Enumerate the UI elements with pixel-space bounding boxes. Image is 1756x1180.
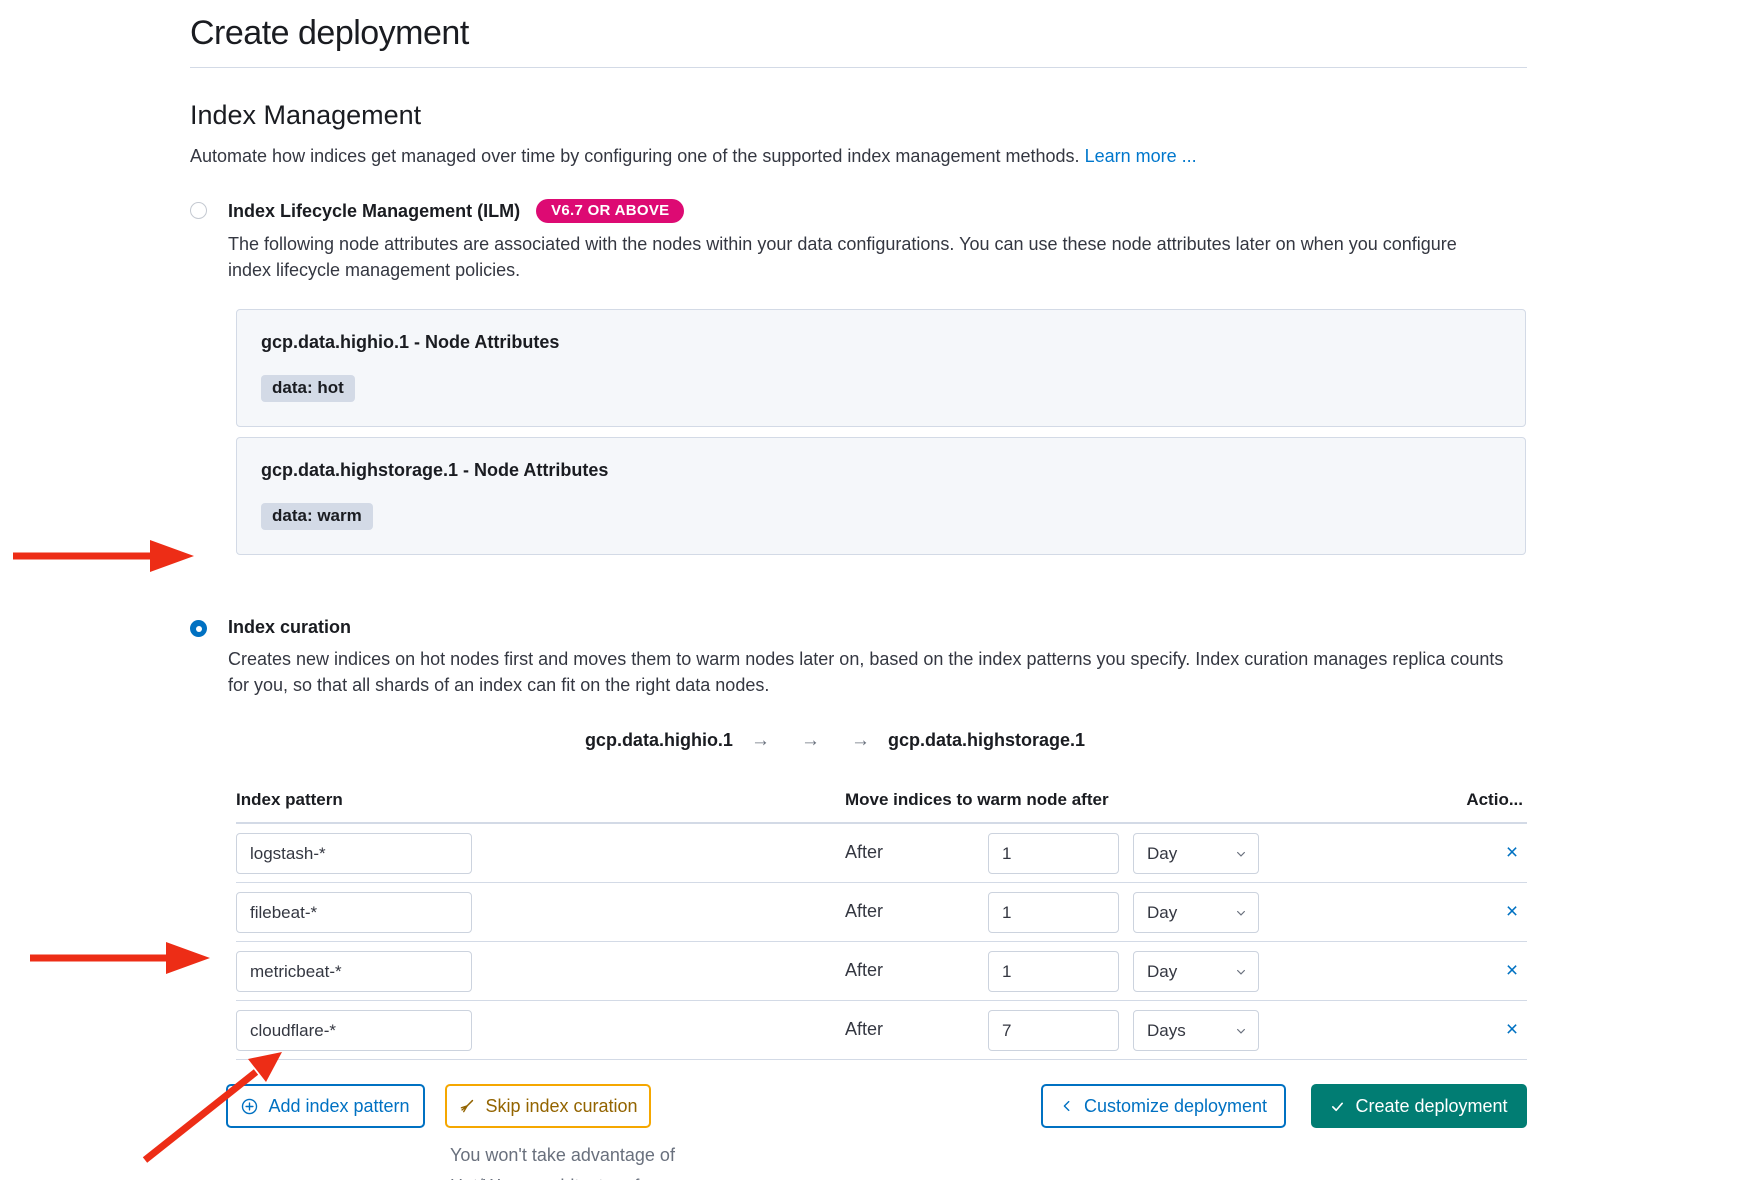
learn-more-link[interactable]: Learn more ... (1085, 146, 1197, 166)
index-pattern-input[interactable] (236, 951, 472, 992)
duration-unit-select[interactable]: Day (1133, 892, 1259, 933)
table-row: After Days × (236, 1001, 1527, 1060)
duration-unit-select[interactable]: Days (1133, 1010, 1259, 1051)
remove-row-button[interactable]: × (1497, 1015, 1527, 1045)
curation-flow: gcp.data.highio.1 → → → gcp.data.highsto… (190, 730, 1480, 752)
column-header-index-pattern: Index pattern (236, 790, 343, 810)
node-attribute-badge: data: hot (261, 375, 355, 402)
close-icon: × (1506, 1018, 1518, 1041)
remove-row-button[interactable]: × (1497, 956, 1527, 986)
right-arrow-icon: → (751, 730, 770, 751)
selected-unit: Days (1147, 1021, 1186, 1041)
remove-row-button[interactable]: × (1497, 838, 1527, 868)
create-deployment-button[interactable]: Create deployment (1311, 1084, 1527, 1128)
section-description-text: Automate how indices get managed over ti… (190, 146, 1080, 166)
node-attributes-panel-highstorage: gcp.data.highstorage.1 - Node Attributes… (236, 437, 1526, 555)
duration-value-input[interactable] (988, 1010, 1119, 1051)
index-pattern-input[interactable] (236, 833, 472, 874)
duration-value-input[interactable] (988, 892, 1119, 933)
page-title: Create deployment (190, 14, 1527, 53)
skip-index-curation-button[interactable]: Skip index curation (445, 1084, 651, 1128)
table-row: After Day × (236, 824, 1527, 883)
selected-unit: Day (1147, 903, 1177, 923)
column-header-actions: Actio... (1466, 790, 1523, 810)
actions-bar: Add index pattern Skip index curation Cu… (190, 1084, 1527, 1128)
curation-radio[interactable] (190, 620, 207, 637)
close-icon: × (1506, 959, 1518, 982)
ilm-option: Index Lifecycle Management (ILM) V6.7 OR… (190, 199, 1527, 555)
node-attributes-panel-highio: gcp.data.highio.1 - Node Attributes data… (236, 309, 1526, 427)
table-row: After Day × (236, 942, 1527, 1001)
broom-icon (458, 1098, 475, 1115)
chevron-down-icon (1235, 907, 1247, 919)
after-label: After (845, 960, 883, 981)
table-row: After Day × (236, 883, 1527, 942)
chevron-down-icon (1235, 1025, 1247, 1037)
chevron-down-icon (1235, 966, 1247, 978)
version-badge: V6.7 OR ABOVE (536, 199, 684, 223)
column-header-move-indices: Move indices to warm node after (845, 790, 1109, 810)
after-label: After (845, 1019, 883, 1040)
section-description: Automate how indices get managed over ti… (190, 143, 1527, 169)
ilm-option-label: Index Lifecycle Management (ILM) (228, 201, 520, 222)
plus-in-circle-icon (241, 1098, 258, 1115)
table-header-row: Index pattern Move indices to warm node … (236, 790, 1527, 824)
index-pattern-input[interactable] (236, 892, 472, 933)
duration-value-input[interactable] (988, 833, 1119, 874)
duration-value-input[interactable] (988, 951, 1119, 992)
primary-actions-group: Customize deployment Create deployment (1041, 1084, 1527, 1128)
create-deployment-label: Create deployment (1355, 1096, 1507, 1117)
selected-unit: Day (1147, 844, 1177, 864)
curation-option-label: Index curation (228, 617, 351, 637)
add-index-pattern-label: Add index pattern (268, 1096, 409, 1117)
ilm-radio[interactable] (190, 202, 207, 219)
panel-title: gcp.data.highstorage.1 - Node Attributes (261, 460, 1501, 481)
remove-row-button[interactable]: × (1497, 897, 1527, 927)
right-arrow-icon: → (801, 730, 820, 751)
right-arrow-icon: → (851, 730, 870, 751)
node-attribute-badge: data: warm (261, 503, 373, 530)
curation-option: Index curation Creates new indices on ho… (190, 617, 1527, 698)
check-icon (1330, 1099, 1345, 1114)
customize-deployment-label: Customize deployment (1084, 1096, 1267, 1117)
close-icon: × (1506, 841, 1518, 864)
skip-index-curation-label: Skip index curation (485, 1096, 637, 1117)
section-title-index-management: Index Management (190, 100, 1527, 131)
chevron-down-icon (1235, 848, 1247, 860)
index-pattern-input[interactable] (236, 1010, 472, 1051)
index-pattern-table: Index pattern Move indices to warm node … (236, 790, 1527, 1060)
skip-curation-warning-text: You won't take advantage of Hot/Warm arc… (450, 1140, 680, 1180)
panel-title: gcp.data.highio.1 - Node Attributes (261, 332, 1501, 353)
curation-description: Creates new indices on hot nodes first a… (228, 646, 1518, 698)
create-deployment-page: Create deployment Index Management Autom… (0, 0, 1756, 1180)
add-index-pattern-button[interactable]: Add index pattern (226, 1084, 425, 1128)
duration-unit-select[interactable]: Day (1133, 833, 1259, 874)
duration-unit-select[interactable]: Day (1133, 951, 1259, 992)
after-label: After (845, 842, 883, 863)
close-icon: × (1506, 900, 1518, 923)
customize-deployment-button[interactable]: Customize deployment (1041, 1084, 1286, 1128)
chevron-left-icon (1060, 1099, 1074, 1113)
after-label: After (845, 901, 883, 922)
flow-source-node: gcp.data.highio.1 (585, 730, 733, 750)
ilm-description: The following node attributes are associ… (228, 231, 1493, 283)
flow-target-node: gcp.data.highstorage.1 (888, 730, 1085, 750)
title-divider (190, 67, 1527, 68)
selected-unit: Day (1147, 962, 1177, 982)
